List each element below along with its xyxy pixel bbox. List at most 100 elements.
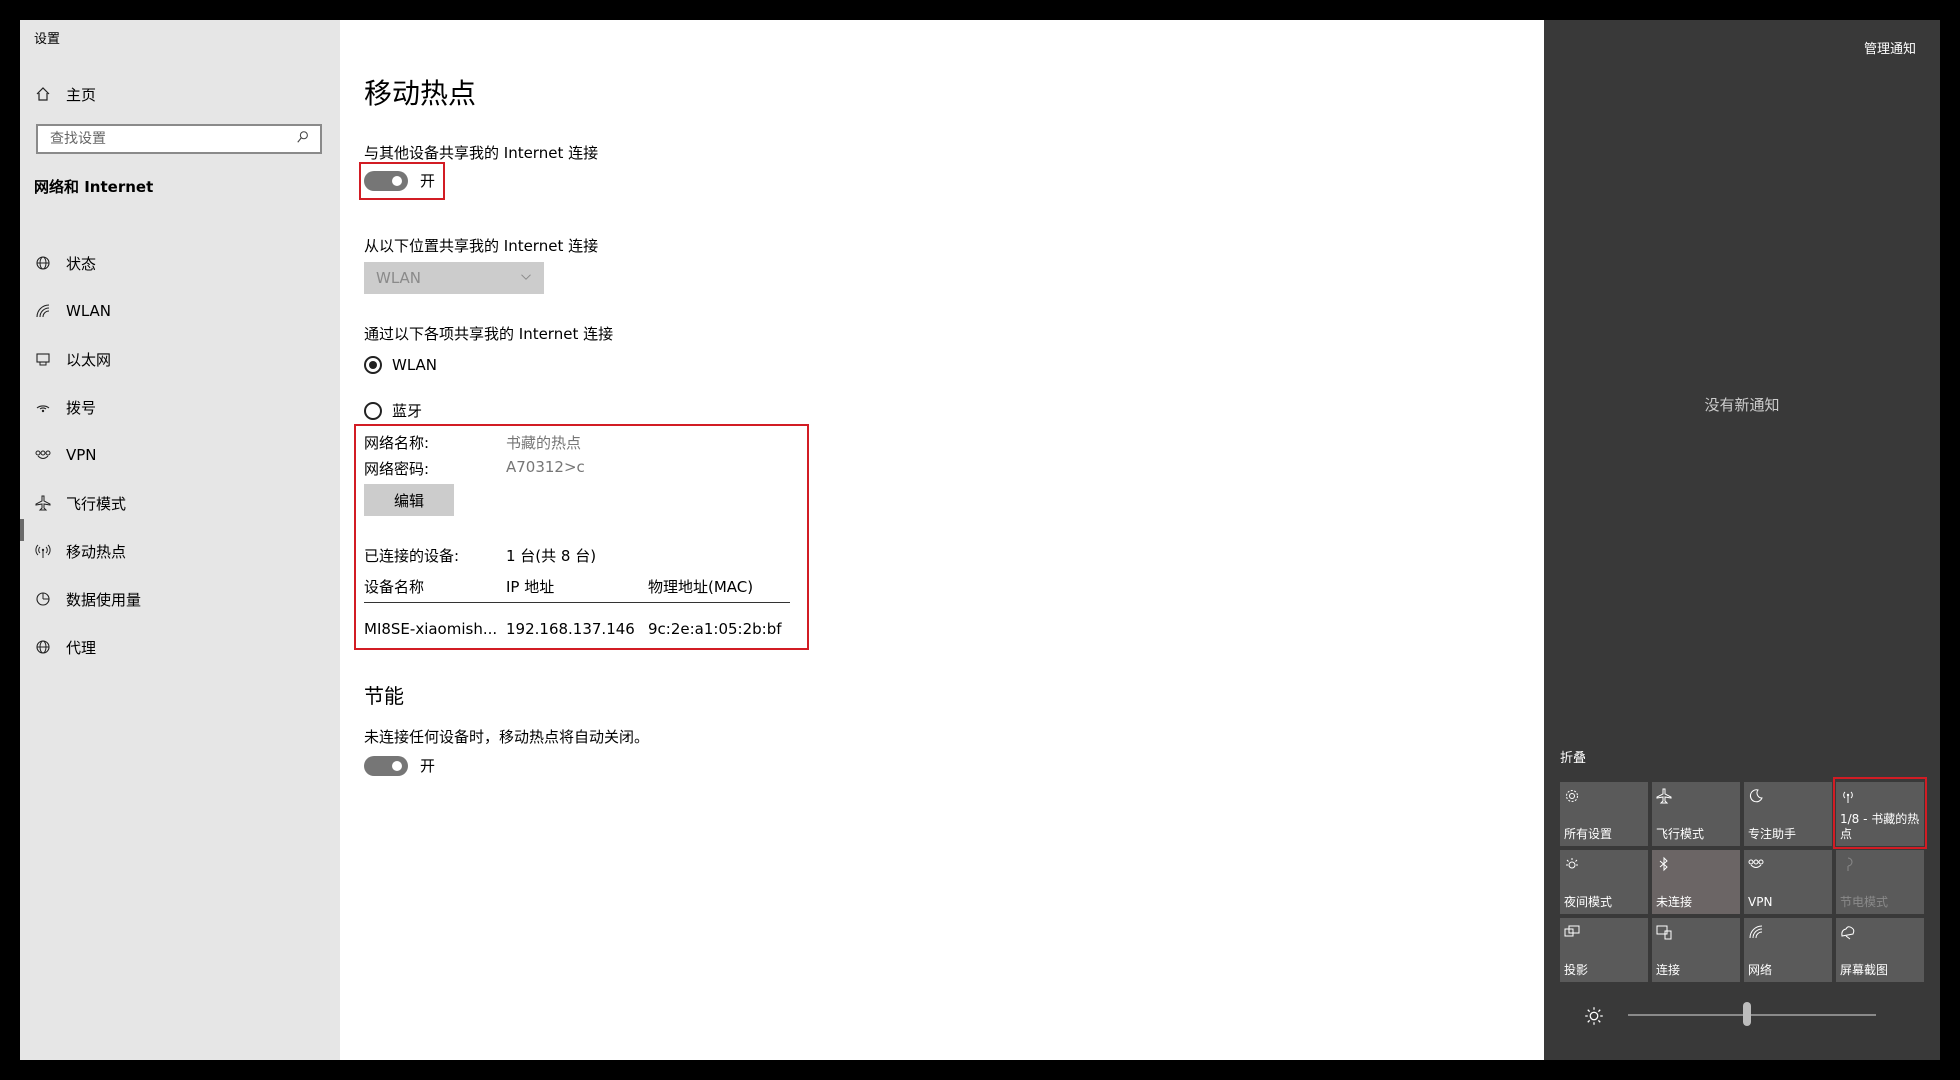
vpn-icon xyxy=(1748,856,1828,876)
tile-label: VPN xyxy=(1748,895,1773,909)
night-light-icon xyxy=(1564,856,1644,876)
power-saving-desc: 未连接任何设备时，移动热点将自动关闭。 xyxy=(364,728,650,746)
sidebar-item-wlan[interactable]: WLAN xyxy=(34,291,324,331)
sidebar-item-ethernet[interactable]: 以太网 xyxy=(34,339,324,379)
sidebar-item-label: 状态 xyxy=(66,254,97,273)
gear-icon xyxy=(1564,788,1644,808)
network-name-label: 网络名称: xyxy=(364,434,430,452)
brightness-slider-thumb[interactable] xyxy=(1743,1002,1751,1026)
device-mac-cell: 9c:2e:a1:05:2b:bf xyxy=(648,620,782,638)
moon-icon xyxy=(1748,788,1828,808)
power-saving-toggle[interactable] xyxy=(364,755,408,776)
device-name-cell: MI8SE-xiaomish... xyxy=(364,620,498,638)
tile-vpn[interactable]: VPN xyxy=(1744,850,1832,914)
sidebar-item-label: 拨号 xyxy=(66,398,97,417)
action-center: 管理通知 没有新通知 折叠 所有设置 飞行模式 专注助手 1/8 - 书藏的热点… xyxy=(1544,20,1940,1060)
main-content: 移动热点 与其他设备共享我的 Internet 连接 开 从以下位置共享我的 I… xyxy=(340,20,1544,1060)
search-input[interactable] xyxy=(48,130,296,148)
connect-icon xyxy=(1656,924,1736,944)
radio-wlan[interactable] xyxy=(364,356,382,374)
tile-label: 网络 xyxy=(1748,963,1773,977)
table-header-ip: IP 地址 xyxy=(506,578,555,596)
tile-focus-assist[interactable]: 专注助手 xyxy=(1744,782,1832,846)
tile-night-light[interactable]: 夜间模式 xyxy=(1560,850,1648,914)
collapse-link[interactable]: 折叠 xyxy=(1560,747,1586,766)
tile-label: 连接 xyxy=(1656,963,1681,977)
sidebar-item-vpn[interactable]: VPN xyxy=(34,435,324,475)
sidebar-item-dialup[interactable]: 拨号 xyxy=(34,387,324,427)
brightness-icon xyxy=(1584,1006,1604,1030)
selected-indicator xyxy=(20,519,24,541)
dropdown-value: WLAN xyxy=(376,269,422,287)
power-saving-title: 节能 xyxy=(364,684,404,708)
network-password-value: A70312>c xyxy=(506,458,585,476)
network-icon xyxy=(1748,924,1828,944)
tile-network[interactable]: 网络 xyxy=(1744,918,1832,982)
sidebar-item-hotspot[interactable]: 移动热点 xyxy=(34,531,324,571)
tile-label: 未连接 xyxy=(1656,895,1693,909)
network-password-label: 网络密码: xyxy=(364,460,430,478)
search-box[interactable] xyxy=(36,124,322,154)
sidebar-section-title: 网络和 Internet xyxy=(34,178,154,196)
airplane-icon xyxy=(34,494,52,512)
sidebar: 设置 主页 网络和 Internet 状态 WLAN xyxy=(20,20,340,1060)
screenshot-icon xyxy=(1840,924,1920,944)
search-icon[interactable] xyxy=(296,130,310,148)
connected-label: 已连接的设备: xyxy=(364,547,460,565)
power-toggle-state: 开 xyxy=(420,757,436,775)
brightness-row xyxy=(1584,1006,1604,1030)
airplane-icon xyxy=(1656,788,1736,808)
tile-project[interactable]: 投影 xyxy=(1560,918,1648,982)
sidebar-item-label: 数据使用量 xyxy=(66,590,142,609)
tile-all-settings[interactable]: 所有设置 xyxy=(1560,782,1648,846)
radio-wlan-row[interactable]: WLAN xyxy=(364,356,437,374)
network-name-value: 书藏的热点 xyxy=(506,434,582,452)
no-new-notifications: 没有新通知 xyxy=(1704,396,1780,414)
sidebar-home[interactable]: 主页 xyxy=(34,82,96,106)
tile-label: 屏幕截图 xyxy=(1840,963,1889,977)
sidebar-item-airplane[interactable]: 飞行模式 xyxy=(34,483,324,523)
proxy-globe-icon xyxy=(34,638,52,656)
sidebar-item-status[interactable]: 状态 xyxy=(34,243,324,283)
table-header-mac: 物理地址(MAC) xyxy=(648,578,754,596)
tile-battery-saver[interactable]: 节电模式 xyxy=(1836,850,1924,914)
radio-bluetooth-row[interactable]: 蓝牙 xyxy=(364,400,422,421)
sidebar-home-label: 主页 xyxy=(66,85,97,104)
window-title: 设置 xyxy=(34,32,61,47)
globe-status-icon xyxy=(34,254,52,272)
sidebar-item-data-usage[interactable]: 数据使用量 xyxy=(34,579,324,619)
tile-label: 节电模式 xyxy=(1840,895,1889,909)
sidebar-item-label: 代理 xyxy=(66,638,97,657)
connected-value: 1 台(共 8 台) xyxy=(506,547,597,565)
highlight-box xyxy=(1833,777,1927,849)
radio-wlan-label: WLAN xyxy=(392,356,438,374)
table-header-device: 设备名称 xyxy=(364,578,425,596)
tile-connect[interactable]: 连接 xyxy=(1652,918,1740,982)
data-usage-icon xyxy=(34,590,52,608)
brightness-slider-track[interactable] xyxy=(1628,1014,1876,1016)
table-header-divider xyxy=(364,602,790,603)
edit-button[interactable]: 编辑 xyxy=(364,484,454,516)
dialup-icon xyxy=(34,398,52,416)
sidebar-item-label: VPN xyxy=(66,446,97,464)
tile-label: 所有设置 xyxy=(1564,827,1613,841)
home-icon xyxy=(34,85,52,103)
sidebar-item-proxy[interactable]: 代理 xyxy=(34,627,324,667)
page-title: 移动热点 xyxy=(364,77,477,110)
tile-bluetooth[interactable]: 未连接 xyxy=(1652,850,1740,914)
ethernet-icon xyxy=(34,350,52,368)
sidebar-item-label: 移动热点 xyxy=(66,542,127,561)
sidebar-item-label: 以太网 xyxy=(66,350,112,369)
sidebar-item-label: WLAN xyxy=(66,302,112,320)
settings-window: 设置 主页 网络和 Internet 状态 WLAN xyxy=(20,20,1544,1060)
tile-screenshot[interactable]: 屏幕截图 xyxy=(1836,918,1924,982)
battery-saver-icon xyxy=(1840,856,1920,876)
wifi-icon xyxy=(34,302,52,320)
share-from-dropdown[interactable]: WLAN xyxy=(364,262,544,294)
manage-notifications-link[interactable]: 管理通知 xyxy=(1864,38,1916,57)
project-icon xyxy=(1564,924,1644,944)
tile-airplane-mode[interactable]: 飞行模式 xyxy=(1652,782,1740,846)
sidebar-item-label: 飞行模式 xyxy=(66,494,127,513)
radio-bluetooth[interactable] xyxy=(364,401,382,420)
tile-label: 夜间模式 xyxy=(1564,895,1613,909)
